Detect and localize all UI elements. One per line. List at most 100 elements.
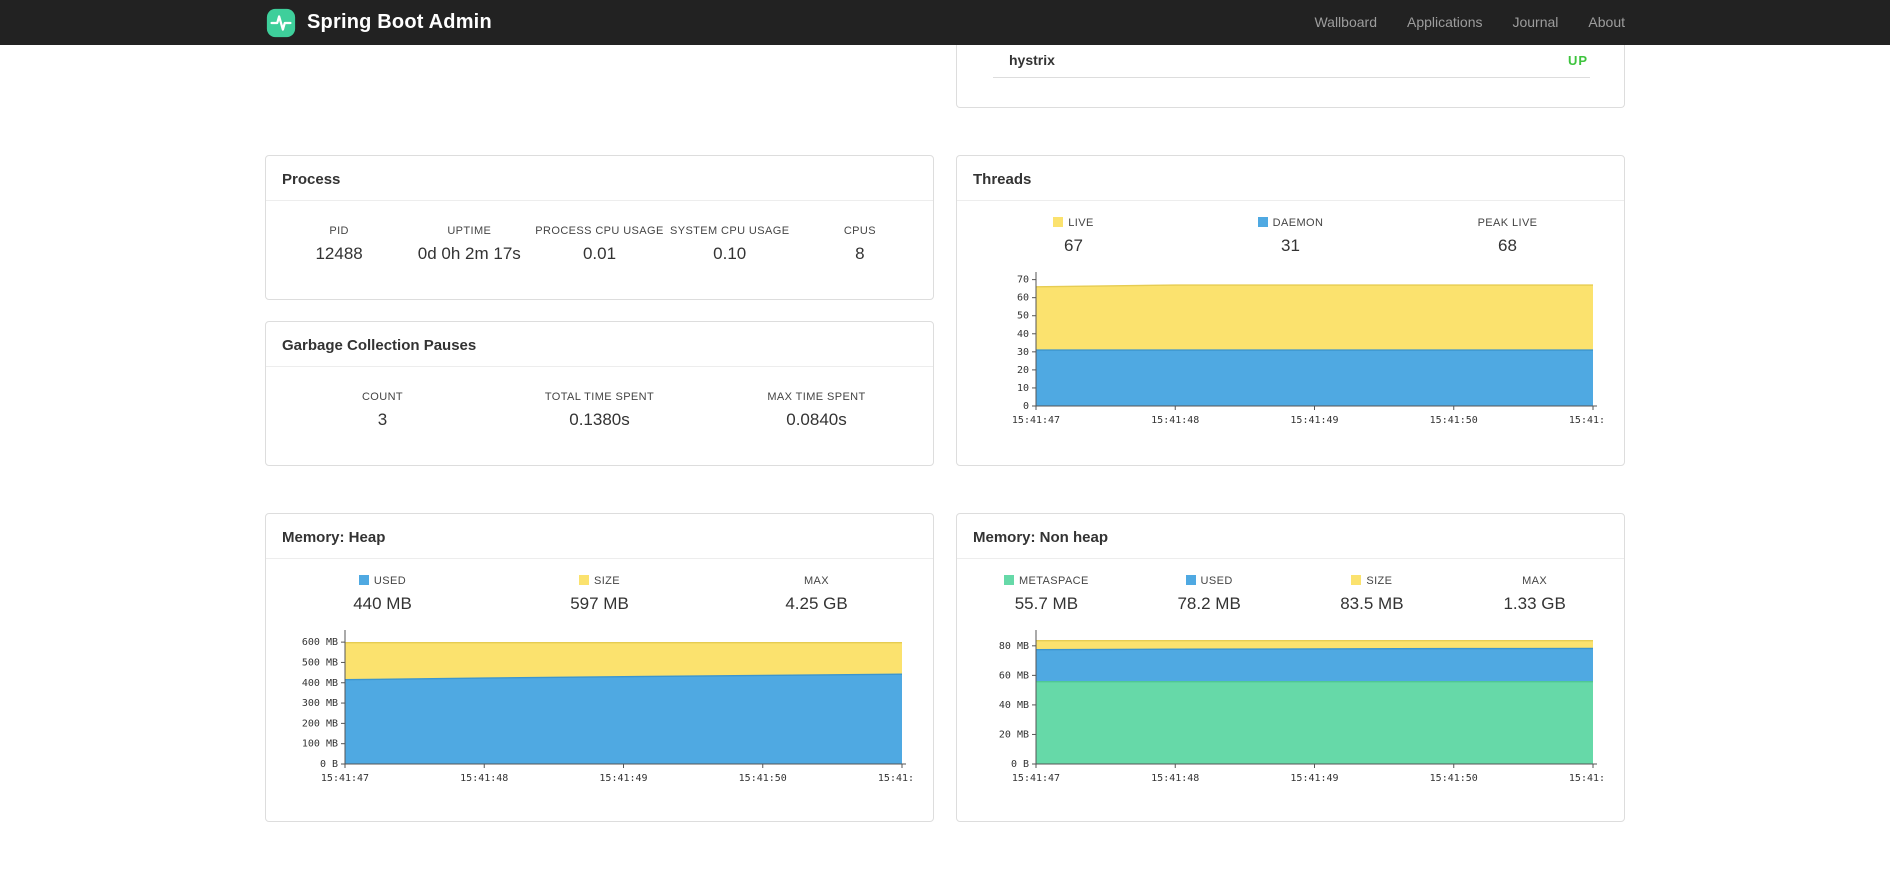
row-divider [993,77,1590,78]
metric-label: USED [1128,575,1291,587]
metric-threads-daemon: DAEMON 31 [1182,217,1399,256]
metric-value: 3 [377,410,388,429]
svg-text:50: 50 [1017,311,1029,322]
metric-value: 55.7 MB [1014,594,1079,613]
process-panel-title: Process [266,156,933,201]
metric-nonheap-max: MAX 1.33 GB [1453,575,1616,614]
svg-text:15:41:47: 15:41:47 [1012,773,1060,784]
metric-label: TOTAL TIME SPENT [544,391,655,403]
svg-text:15:41:51: 15:41:51 [878,773,912,784]
threads-metrics: LIVE 67 DAEMON 31 PEAK LIVE 68 [957,201,1624,256]
top-navbar: Spring Boot Admin Wallboard Applications… [0,0,1890,45]
metric-gc-count: COUNT 3 [274,391,491,430]
metric-nonheap-size: SIZE 83.5 MB [1291,575,1454,614]
metric-value: 0.0840s [786,410,847,429]
main-content: Process PID 12488 UPTIME 0d 0h 2m 17s PR… [265,45,1625,822]
gc-pauses-panel: Garbage Collection Pauses COUNT 3 TOTAL … [265,321,934,466]
svg-text:10: 10 [1017,383,1029,394]
svg-text:400 MB: 400 MB [302,678,338,689]
metric-gc-total-time: TOTAL TIME SPENT 0.1380s [491,391,708,430]
svg-text:100 MB: 100 MB [302,739,338,750]
navbar-links: Wallboard Applications Journal About [1299,0,1625,45]
metric-heap-size: SIZE 597 MB [491,575,708,614]
svg-text:15:41:49: 15:41:49 [599,773,647,784]
svg-text:0 B: 0 B [1011,759,1029,770]
svg-text:15:41:48: 15:41:48 [460,773,508,784]
live-legend-swatch [1053,217,1064,227]
svg-text:70: 70 [1017,275,1029,286]
threads-chart: 0 10 20 30 40 50 60 70 15:41:47 15:41:48 15:41:49 1… [957,268,1624,436]
svg-text:30: 30 [1017,347,1029,358]
metric-process-cpu-usage: PROCESS CPU USAGE 0.01 [534,225,664,264]
application-row[interactable]: hystrix UP [957,45,1624,68]
svg-text:15:41:47: 15:41:47 [321,773,369,784]
process-panel: Process PID 12488 UPTIME 0d 0h 2m 17s PR… [265,155,934,300]
svg-text:0: 0 [1023,401,1029,412]
metric-value: 0.1380s [569,410,630,429]
svg-text:300 MB: 300 MB [302,698,338,709]
brand-link[interactable]: Spring Boot Admin [265,7,492,39]
metric-value: 83.5 MB [1340,594,1404,613]
svg-text:200 MB: 200 MB [302,718,338,729]
metric-label: SYSTEM CPU USAGE [669,225,790,237]
memory-nonheap-panel: Memory: Non heap METASPACE 55.7 MB USED … [956,513,1625,822]
metric-threads-peak-live: PEAK LIVE 68 [1399,217,1616,256]
metric-pid: PID 12488 [274,225,404,264]
metric-heap-max: MAX 4.25 GB [708,575,925,614]
svg-text:15:41:48: 15:41:48 [1151,773,1199,784]
gc-metrics: COUNT 3 TOTAL TIME SPENT 0.1380s MAX TIM… [266,367,933,430]
metric-label: DAEMON [1182,217,1399,229]
application-name-link[interactable]: hystrix [1009,52,1055,68]
nav-link-journal[interactable]: Journal [1497,0,1573,45]
svg-text:15:41:49: 15:41:49 [1290,773,1338,784]
metric-value: 1.33 GB [1503,594,1566,613]
metric-label: PROCESS CPU USAGE [535,225,664,237]
applications-panel-cutoff: hystrix UP [956,45,1625,108]
metric-label: SIZE [1291,575,1454,587]
daemon-legend-swatch [1257,217,1268,227]
svg-text:40: 40 [1017,329,1029,340]
metric-label: CPUS [843,225,876,237]
metric-nonheap-metaspace: METASPACE 55.7 MB [965,575,1128,614]
metric-label: MAX [803,575,830,587]
nav-link-wallboard[interactable]: Wallboard [1299,0,1392,45]
metric-value: 68 [1498,236,1517,255]
metric-value: 0.10 [713,244,747,263]
metric-label: PID [329,225,349,237]
metric-label: LIVE [965,217,1182,229]
metric-threads-live: LIVE 67 [965,217,1182,256]
metric-value: 4.25 GB [785,594,848,613]
metric-cpus: CPUS 8 [795,225,925,264]
metric-heap-used: USED 440 MB [274,575,491,614]
svg-text:20 MB: 20 MB [999,729,1029,740]
nav-link-about[interactable]: About [1573,0,1625,45]
size-legend-swatch [1351,575,1362,585]
metric-value: 440 MB [353,594,412,613]
svg-text:15:41:49: 15:41:49 [1290,415,1338,426]
memory-nonheap-chart: 0 B 20 MB 40 MB 60 MB 80 MB 15:41:47 15:41:48 1… [957,626,1624,794]
metric-nonheap-used: USED 78.2 MB [1128,575,1291,614]
svg-text:40 MB: 40 MB [999,700,1029,711]
spring-boot-admin-logo-icon [265,7,297,39]
metric-label: PEAK LIVE [1477,217,1538,229]
svg-text:15:41:50: 15:41:50 [1430,773,1478,784]
size-legend-swatch [578,575,589,585]
process-metrics: PID 12488 UPTIME 0d 0h 2m 17s PROCESS CP… [266,201,933,264]
metric-value: 8 [855,244,865,263]
nonheap-metrics: METASPACE 55.7 MB USED 78.2 MB SIZE 83.5… [957,559,1624,614]
svg-text:20: 20 [1017,365,1029,376]
metric-label: SIZE [491,575,708,587]
metric-label: USED [274,575,491,587]
svg-text:15:41:50: 15:41:50 [1430,415,1478,426]
metric-value: 67 [1064,236,1083,255]
threads-panel: Threads LIVE 67 DAEMON 31 PEAK LIVE 68 0… [956,155,1625,466]
metric-uptime: UPTIME 0d 0h 2m 17s [404,225,534,264]
svg-text:60: 60 [1017,293,1029,304]
metric-value: 597 MB [570,594,629,613]
metric-system-cpu-usage: SYSTEM CPU USAGE 0.10 [665,225,795,264]
brand-title: Spring Boot Admin [307,11,492,33]
svg-text:15:41:47: 15:41:47 [1012,415,1060,426]
nav-link-applications[interactable]: Applications [1392,0,1498,45]
heap-panel-title: Memory: Heap [266,514,933,559]
gc-panel-title: Garbage Collection Pauses [266,322,933,367]
